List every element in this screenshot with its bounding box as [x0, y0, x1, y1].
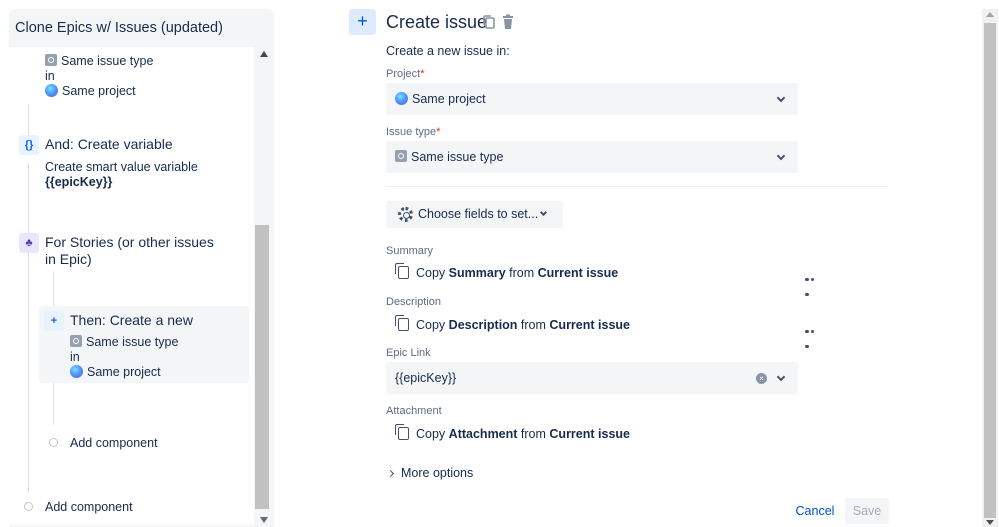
- delete-icon[interactable]: [501, 14, 515, 30]
- issue-type-icon: [395, 150, 407, 162]
- chevron-down-icon: [539, 208, 548, 217]
- connector-line: [53, 271, 54, 311]
- connector-line: [28, 163, 29, 493]
- connector-line: [53, 383, 54, 425]
- editor-scrollbar[interactable]: [982, 9, 998, 527]
- issue-type-icon: [45, 54, 57, 66]
- then-issue-type: Same issue type: [70, 335, 178, 349]
- rule-title: Clone Epics w/ Issues (updated): [15, 20, 223, 36]
- gear-icon: [398, 207, 413, 222]
- attachment-label: Attachment: [386, 405, 442, 417]
- and-node-title: And: Create variable: [45, 136, 173, 152]
- top-issue-type: Same issue type: [45, 54, 153, 68]
- create-issue-plus-icon: +: [349, 9, 376, 35]
- add-component-dot: [24, 502, 33, 511]
- scroll-up-arrow-icon[interactable]: [260, 51, 268, 57]
- summary-more-icon[interactable]: [805, 269, 821, 296]
- epic-link-value: {{epicKey}}: [395, 371, 457, 385]
- top-project: Same project: [45, 84, 136, 98]
- choose-fields-label: Choose fields to set...: [418, 207, 539, 221]
- summary-label: Summary: [386, 245, 434, 257]
- scroll-up-arrow-icon[interactable]: [986, 12, 994, 17]
- scroll-down-arrow-icon[interactable]: [986, 520, 994, 525]
- then-project: Same project: [70, 365, 161, 379]
- chevron-down-icon: [776, 372, 786, 382]
- and-node-desc: Create smart value variable: [45, 160, 198, 174]
- attachment-copy-row[interactable]: Copy Attachment from Current issue: [395, 424, 630, 441]
- flow-scrollbar[interactable]: [254, 47, 274, 525]
- divider: [386, 186, 888, 187]
- copy-icon: [395, 315, 409, 331]
- chevron-down-icon: [776, 93, 786, 103]
- clear-icon[interactable]: ×: [756, 373, 767, 384]
- branch-icon: ♣: [19, 233, 39, 253]
- braces-icon: {}: [19, 135, 39, 155]
- cancel-button[interactable]: Cancel: [790, 498, 840, 524]
- description-label: Description: [386, 296, 442, 308]
- summary-copy-row[interactable]: Copy Summary from Current issue: [395, 263, 618, 280]
- copy-icon: [395, 424, 409, 440]
- then-node-title: Then: Create a new: [70, 312, 193, 328]
- top-in-text: in: [45, 69, 55, 83]
- rule-flow: Same issue type in Same project {} And: …: [9, 47, 254, 525]
- project-avatar-icon: [70, 365, 83, 378]
- plus-icon: +: [44, 311, 64, 331]
- rule-flow-panel: Clone Epics w/ Issues (updated) Same iss…: [9, 9, 274, 527]
- scroll-down-arrow-icon[interactable]: [260, 517, 268, 523]
- issue-type-icon: [70, 335, 82, 347]
- editor-subtitle: Create a new issue in:: [386, 44, 510, 58]
- project-avatar-icon: [45, 84, 58, 97]
- project-avatar-icon: [395, 92, 408, 105]
- issue-type-select[interactable]: Same issue type: [386, 141, 798, 173]
- epic-link-label: Epic Link: [386, 347, 431, 359]
- choose-fields-button[interactable]: Choose fields to set...: [386, 201, 563, 228]
- scroll-thumb[interactable]: [255, 225, 269, 509]
- description-copy-row[interactable]: Copy Description from Current issue: [395, 315, 630, 332]
- then-in-text: in: [70, 350, 80, 364]
- more-options-toggle[interactable]: More options: [386, 466, 473, 480]
- and-node-var: {{epicKey}}: [45, 175, 113, 189]
- save-button[interactable]: Save: [845, 498, 889, 524]
- issue-type-value: Same issue type: [411, 150, 504, 164]
- duplicate-icon[interactable]: [482, 14, 496, 30]
- chevron-right-icon: [386, 469, 395, 478]
- editor-title: Create issue: [386, 12, 488, 32]
- description-more-icon[interactable]: [805, 321, 821, 348]
- project-value: Same project: [412, 92, 486, 106]
- add-component-dot: [49, 438, 58, 447]
- project-label: Project*: [386, 68, 425, 80]
- scroll-thumb[interactable]: [984, 23, 996, 518]
- add-component-outer[interactable]: Add component: [45, 500, 133, 514]
- for-node-title-line1: For Stories (or other issues: [45, 234, 214, 250]
- epic-link-select[interactable]: {{epicKey}} ×: [386, 362, 798, 394]
- issue-type-label: Issue type*: [386, 126, 441, 138]
- for-node-title-line2: in Epic): [45, 251, 92, 267]
- chevron-down-icon: [776, 151, 786, 161]
- add-component-inner[interactable]: Add component: [70, 436, 158, 450]
- project-select[interactable]: Same project: [386, 83, 798, 115]
- copy-icon: [395, 263, 409, 279]
